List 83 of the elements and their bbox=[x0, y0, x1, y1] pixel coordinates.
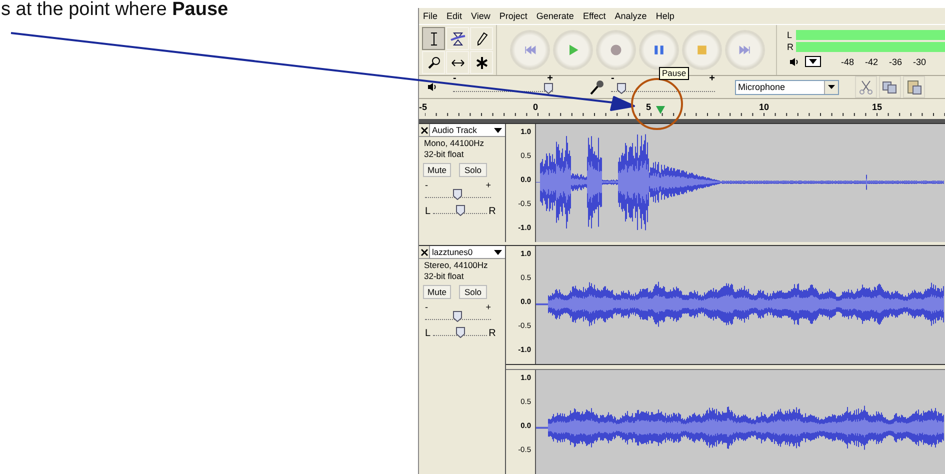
meter-tick-label: -48 bbox=[841, 56, 854, 66]
track-info: Mono, 44100Hz bbox=[424, 138, 486, 149]
meter-menu-button[interactable] bbox=[805, 56, 821, 67]
menu-item[interactable]: Help bbox=[656, 11, 674, 21]
slider-thumb[interactable] bbox=[456, 327, 465, 338]
record-icon bbox=[609, 43, 623, 57]
track-info: 32-bit float bbox=[424, 149, 465, 160]
skip-to-start-icon bbox=[523, 43, 537, 57]
edit-button[interactable] bbox=[879, 76, 901, 98]
slider-thumb[interactable] bbox=[453, 189, 462, 200]
track-button[interactable]: Solo bbox=[459, 163, 487, 177]
minus-label: - bbox=[425, 181, 428, 189]
slider-thumb[interactable] bbox=[544, 83, 553, 94]
plus-label: + bbox=[486, 303, 491, 311]
track-button[interactable]: Mute bbox=[423, 163, 451, 177]
time-label: 10 bbox=[759, 102, 770, 112]
minus-label: - bbox=[611, 75, 614, 83]
plus-label: + bbox=[486, 181, 491, 189]
menu-item[interactable]: View bbox=[471, 11, 490, 21]
envelope-icon bbox=[450, 30, 466, 46]
channel-label: R bbox=[787, 42, 793, 52]
menu-item[interactable]: Generate bbox=[536, 11, 574, 21]
time-label: 0 bbox=[533, 102, 538, 112]
transport-button[interactable] bbox=[640, 31, 678, 69]
close-track-button[interactable] bbox=[419, 124, 430, 136]
slider[interactable] bbox=[425, 189, 491, 201]
slider[interactable] bbox=[432, 327, 487, 339]
slider[interactable] bbox=[425, 311, 491, 323]
time-label: -5 bbox=[419, 102, 428, 112]
slider[interactable] bbox=[432, 205, 487, 217]
meter-tick-label: -36 bbox=[889, 56, 902, 66]
caret-icon bbox=[494, 250, 502, 254]
stop-icon bbox=[695, 43, 709, 57]
menu-item[interactable]: Analyze bbox=[614, 11, 647, 21]
magnifier-icon bbox=[426, 54, 442, 70]
close-track-button[interactable] bbox=[419, 246, 430, 258]
skip-to-end-icon bbox=[738, 43, 752, 57]
track-info: Stereo, 44100Hz bbox=[424, 260, 489, 271]
caret-icon bbox=[809, 59, 817, 64]
speaker-icon bbox=[427, 82, 437, 92]
playhead-icon bbox=[656, 106, 665, 114]
close-icon bbox=[420, 248, 428, 256]
meter-tick-label: -30 bbox=[913, 56, 926, 66]
speaker-icon[interactable] bbox=[789, 56, 799, 66]
pan-left-label: L bbox=[425, 328, 431, 339]
pan-right-label: R bbox=[488, 328, 496, 339]
meter-tick-label: -42 bbox=[865, 56, 878, 66]
caret-icon bbox=[494, 128, 502, 132]
tool-button[interactable] bbox=[422, 27, 445, 50]
time-label: 5 bbox=[646, 102, 652, 112]
edit-button[interactable] bbox=[855, 76, 877, 98]
menu-item[interactable]: Project bbox=[499, 11, 528, 21]
slider-thumb[interactable] bbox=[456, 205, 465, 216]
microphone-icon bbox=[589, 79, 605, 95]
copy-icon bbox=[882, 79, 898, 95]
pan-left-label: L bbox=[425, 206, 431, 217]
plus-label: + bbox=[547, 75, 553, 83]
close-icon bbox=[420, 126, 428, 134]
caption-text: s at the point where Pause bbox=[1, 0, 228, 20]
minus-label: - bbox=[453, 75, 456, 83]
slider[interactable] bbox=[611, 83, 715, 95]
minus-label: - bbox=[425, 303, 428, 311]
caret-icon bbox=[828, 85, 835, 89]
highlight-circle bbox=[631, 78, 683, 130]
track-button[interactable]: Mute bbox=[423, 285, 451, 299]
scissors-icon bbox=[858, 79, 874, 95]
pause-icon bbox=[652, 43, 666, 57]
tooltip: Pause bbox=[659, 67, 690, 80]
menu-item[interactable]: Effect bbox=[582, 11, 606, 21]
menu-item[interactable]: Edit bbox=[446, 11, 462, 21]
slider-thumb[interactable] bbox=[453, 311, 462, 322]
track-info: 32-bit float bbox=[424, 271, 465, 282]
paste-icon bbox=[906, 79, 922, 95]
pan-right-label: R bbox=[488, 206, 496, 217]
time-label: 15 bbox=[872, 102, 882, 112]
channel-label: L bbox=[787, 30, 793, 40]
asterisk-icon bbox=[474, 54, 490, 70]
plus-label: + bbox=[709, 75, 715, 83]
track-button[interactable]: Solo bbox=[459, 285, 487, 299]
slider-thumb[interactable] bbox=[617, 83, 626, 94]
menu-item[interactable]: File bbox=[423, 11, 438, 21]
input-source-dropdown[interactable]: Microphone bbox=[735, 80, 839, 94]
edit-button[interactable] bbox=[903, 76, 925, 98]
